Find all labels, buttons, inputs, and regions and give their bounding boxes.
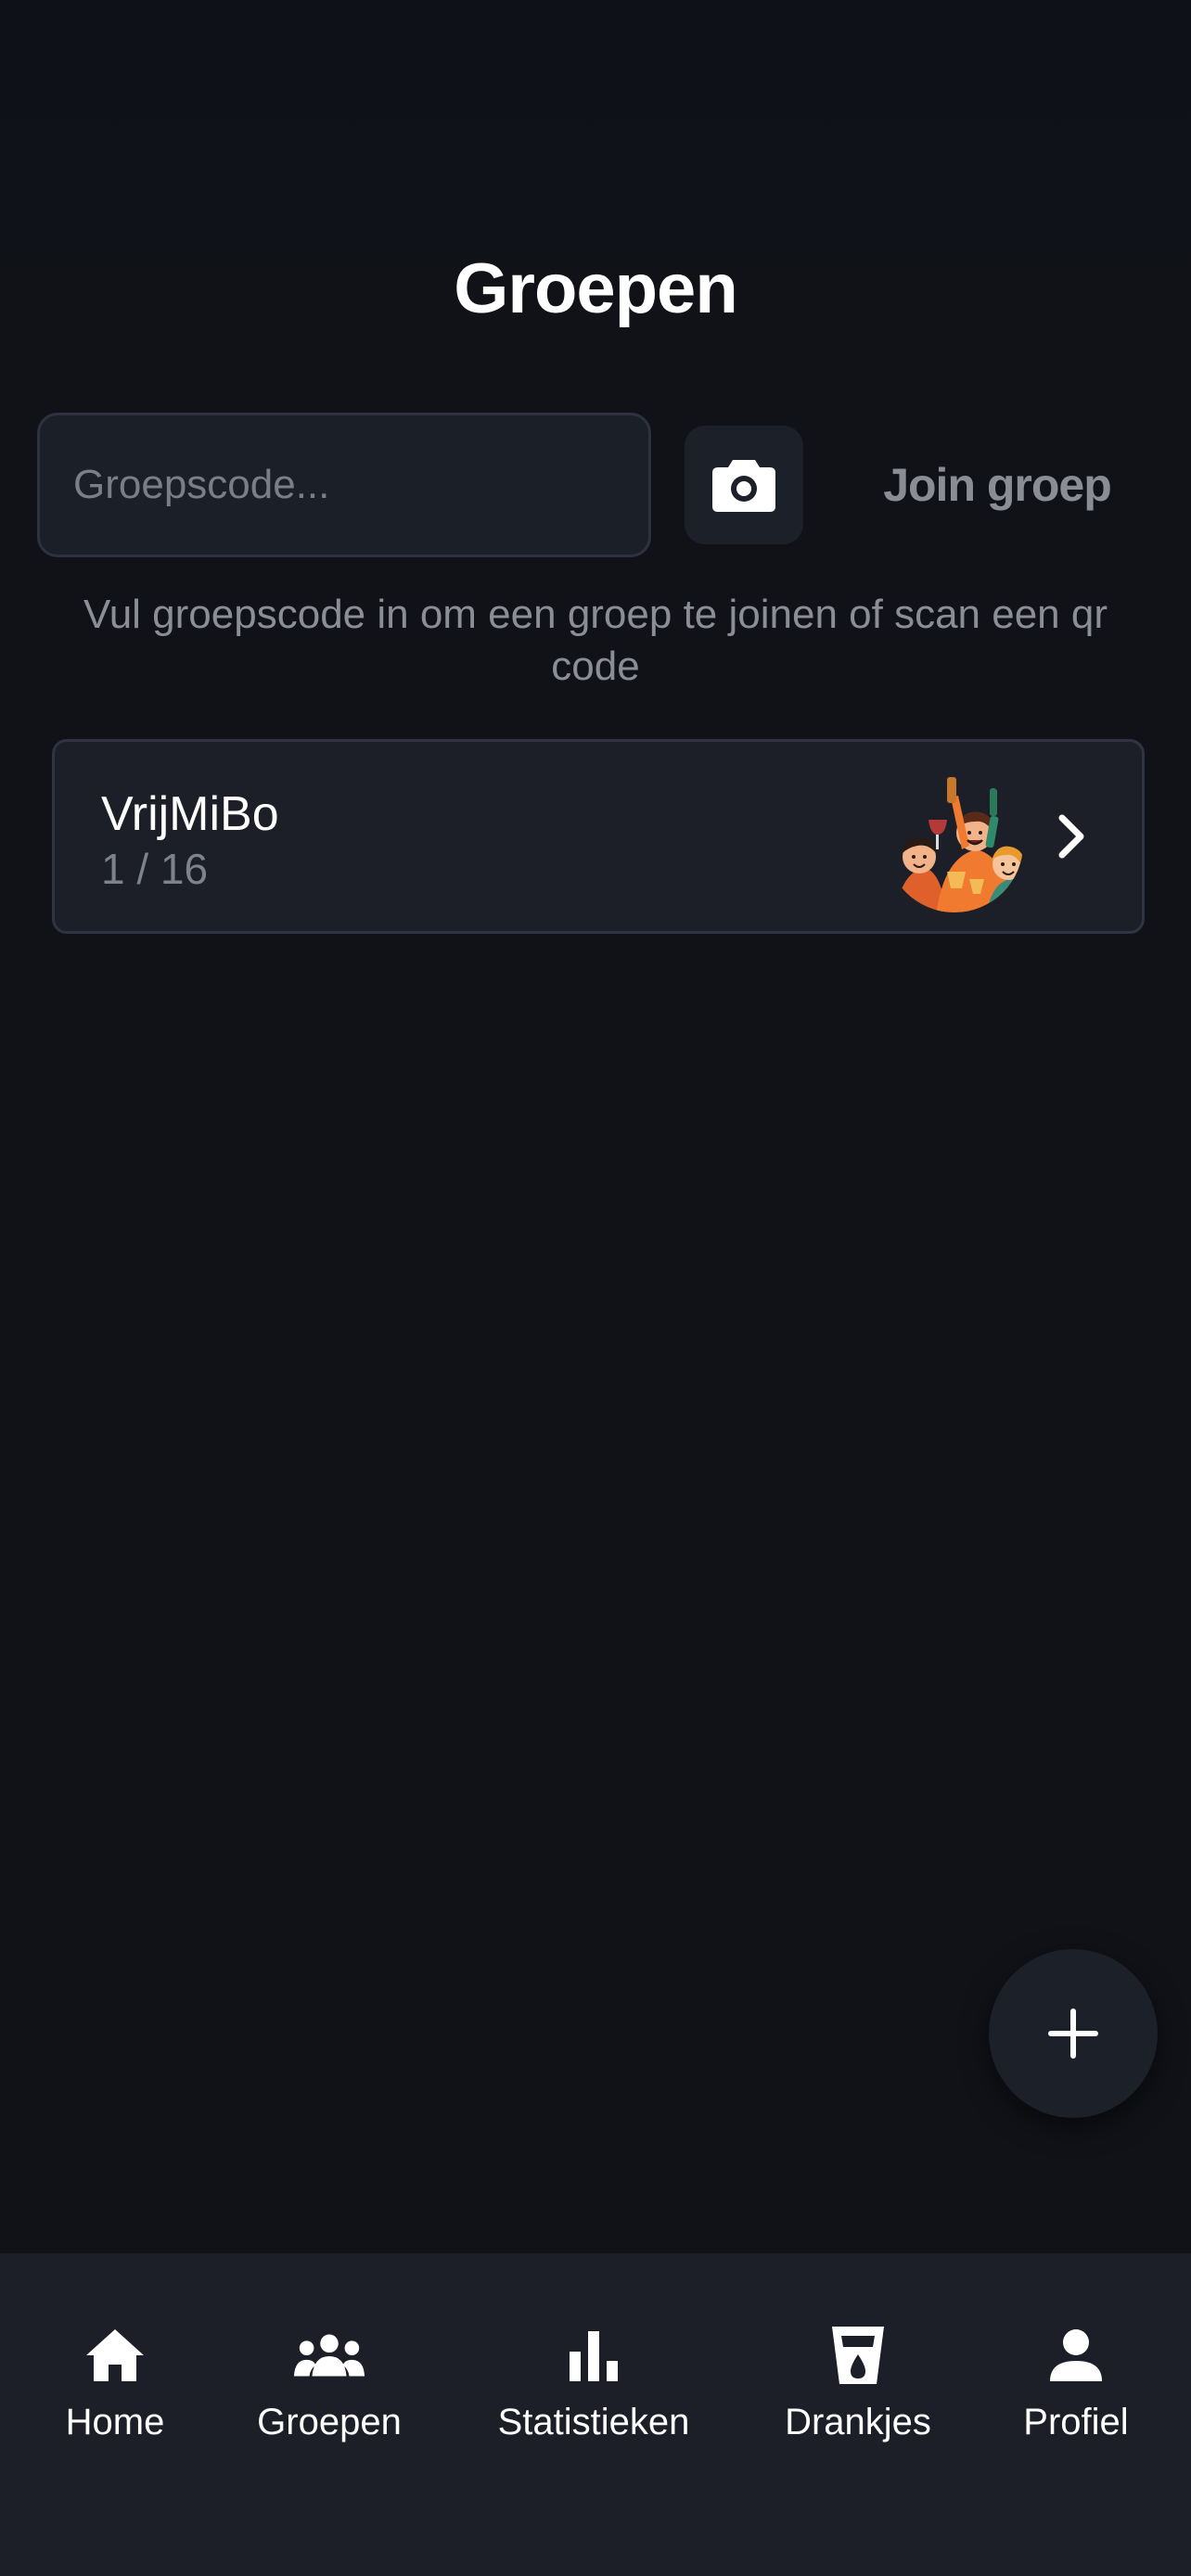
- page-title: Groepen: [454, 249, 738, 328]
- tab-label-groepen: Groepen: [257, 2402, 402, 2442]
- bar-chart-icon: [570, 2331, 618, 2381]
- group-name: VrijMiBo: [101, 787, 279, 841]
- tab-label-drankjes: Drankjes: [785, 2402, 931, 2442]
- tab-statistieken[interactable]: Statistieken: [482, 2318, 705, 2457]
- group-card[interactable]: VrijMiBo 1 / 16: [52, 739, 1145, 934]
- tab-profiel[interactable]: Profiel: [1011, 2318, 1141, 2457]
- create-group-button[interactable]: [989, 1949, 1158, 2118]
- tab-groepen[interactable]: Groepen: [250, 2318, 408, 2457]
- scan-qr-button[interactable]: [685, 426, 803, 544]
- join-group-button[interactable]: Join groep: [853, 443, 1141, 527]
- drink-cup-icon: [832, 2327, 884, 2384]
- tab-label-home: Home: [65, 2402, 165, 2442]
- tab-home[interactable]: Home: [41, 2318, 189, 2457]
- bottom-tab-bar: Home Groepen Statistieken Drankjes Profi…: [0, 2253, 1191, 2576]
- group-avatar-image: [886, 775, 1023, 912]
- tab-label-profiel: Profiel: [1023, 2402, 1129, 2442]
- plus-icon: [1048, 2009, 1098, 2059]
- groups-screen: Groepen Join groep Vul groepscode in om …: [0, 0, 1191, 2576]
- groups-icon: [293, 2334, 365, 2377]
- join-hint: Vul groepscode in om een groep te joinen…: [83, 592, 1108, 689]
- chevron-right-icon: [1058, 814, 1084, 859]
- camera-icon: [712, 460, 775, 512]
- group-member-count: 1 / 16: [101, 845, 209, 893]
- person-icon: [1050, 2329, 1102, 2381]
- tab-drankjes[interactable]: Drankjes: [777, 2318, 939, 2457]
- tab-label-statistieken: Statistieken: [497, 2402, 690, 2442]
- home-icon: [86, 2329, 144, 2381]
- group-code-input[interactable]: [37, 413, 651, 557]
